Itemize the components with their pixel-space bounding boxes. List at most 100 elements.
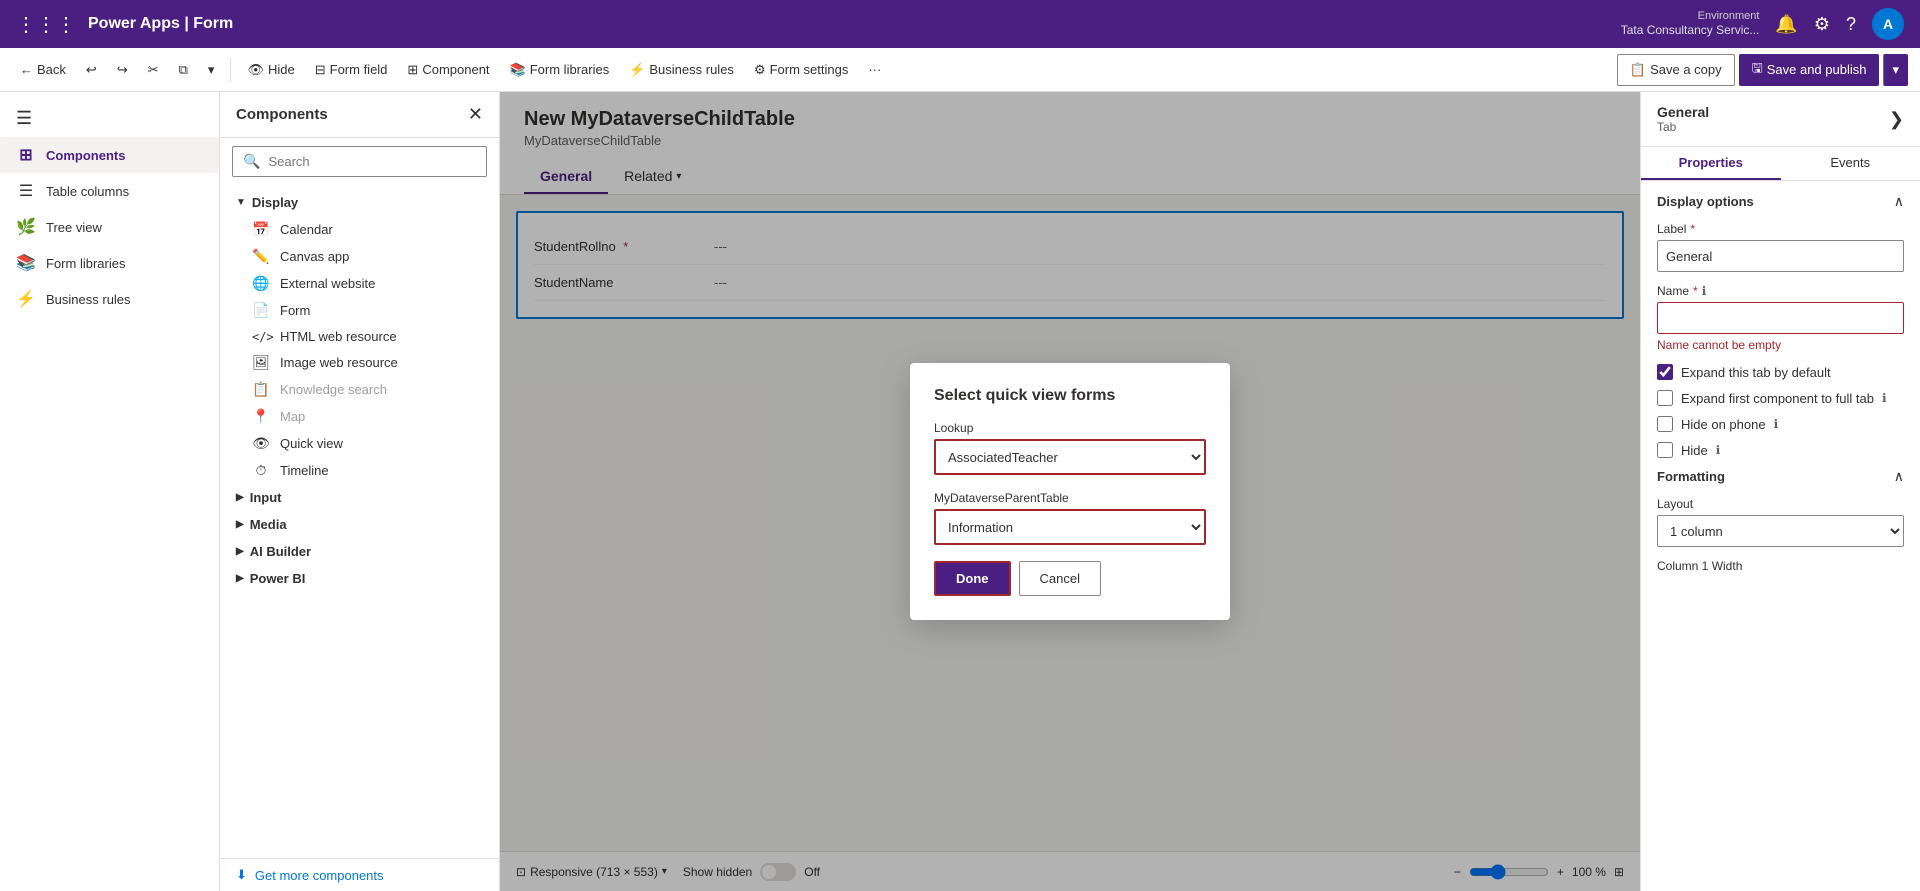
save-copy-icon: 📋 (1630, 62, 1646, 78)
dialog-table-container: Information (934, 509, 1206, 545)
dialog-done-button[interactable]: Done (934, 561, 1011, 596)
hide-phone-info-icon[interactable]: ℹ (1774, 417, 1779, 431)
html-web-resource-icon: </> (252, 330, 270, 344)
hide-checkbox-row: Hide ℹ (1657, 442, 1904, 458)
expand-component-checkbox-row: Expand first component to full tab ℹ (1657, 390, 1904, 406)
dialog-table-section: MyDataverseParentTable Information (934, 491, 1206, 545)
formatting-section: Formatting ∧ Layout 1 column Column 1 Wi… (1657, 468, 1904, 573)
search-icon: 🔍 (243, 153, 260, 170)
name-info-icon[interactable]: ℹ (1702, 284, 1707, 298)
form-settings-icon: ⚙ (754, 62, 766, 78)
input-group-header[interactable]: ▶ Input (220, 484, 499, 511)
search-box[interactable]: 🔍 (232, 146, 487, 177)
left-sidebar: ☰ ⊞ Components ☰ Table columns 🌿 Tree vi… (0, 92, 220, 891)
hide-checkbox[interactable] (1657, 442, 1673, 458)
redo-button[interactable]: ↪ (109, 54, 136, 86)
sidebar-item-table-columns[interactable]: ☰ Table columns (0, 173, 219, 209)
apps-icon[interactable]: ⋮⋮⋮ (16, 12, 76, 37)
tab-events[interactable]: Events (1781, 147, 1920, 180)
form-field-button[interactable]: ⊟ Form field (307, 54, 396, 86)
business-rules-button[interactable]: ⚡ Business rules (621, 54, 742, 86)
media-group-header[interactable]: ▶ Media (220, 511, 499, 538)
right-panel-header: General Tab ❯ (1641, 92, 1920, 147)
expand-tab-checkbox[interactable] (1657, 364, 1673, 380)
hamburger-icon[interactable]: ☰ (0, 100, 219, 137)
comp-item-map: 📍 Map (220, 403, 499, 430)
media-group-chevron-icon: ▶ (236, 519, 244, 530)
comp-item-quick-view[interactable]: 👁 Quick view (220, 430, 499, 457)
timeline-icon: ⏱ (252, 462, 270, 479)
name-input[interactable] (1657, 302, 1904, 334)
top-bar: ⋮⋮⋮ Power Apps | Form Environment Tata C… (0, 0, 1920, 48)
layout-select[interactable]: 1 column (1657, 515, 1904, 547)
hide-phone-checkbox-row: Hide on phone ℹ (1657, 416, 1904, 432)
comp-item-external-website[interactable]: 🌐 External website (220, 270, 499, 297)
display-group-header[interactable]: ▼ Display (220, 189, 499, 216)
power-bi-group-header[interactable]: ▶ Power BI (220, 565, 499, 592)
comp-item-image-web-resource[interactable]: 🖼 Image web resource (220, 349, 499, 376)
label-input[interactable] (1657, 240, 1904, 272)
expand-tab-checkbox-row: Expand this tab by default (1657, 364, 1904, 380)
components-panel-header: Components ✕ (220, 92, 499, 138)
hide-info-icon[interactable]: ℹ (1716, 443, 1721, 457)
copy-button[interactable]: ⧉ (171, 54, 196, 86)
component-button[interactable]: ⊞ Component (399, 54, 497, 86)
components-close-button[interactable]: ✕ (468, 104, 483, 125)
sidebar-item-tree-view[interactable]: 🌿 Tree view (0, 209, 219, 245)
right-panel-title-group: General Tab (1657, 104, 1709, 134)
external-website-icon: 🌐 (252, 275, 270, 292)
comp-item-form[interactable]: 📄 Form (220, 297, 499, 324)
get-more-components[interactable]: ⬇ Get more components (220, 858, 499, 891)
comp-item-knowledge-search: 📋 Knowledge search (220, 376, 499, 403)
form-libraries-icon: 📚 (510, 62, 526, 78)
hide-button[interactable]: 👁 Hide (239, 54, 302, 86)
save-publish-button[interactable]: 🖫 Save and publish (1739, 54, 1880, 86)
avatar[interactable]: A (1872, 8, 1904, 40)
save-dropdown-button[interactable]: ▾ (1883, 54, 1908, 86)
right-panel-expand-button[interactable]: ❯ (1889, 109, 1904, 130)
comp-item-calendar[interactable]: 📅 Calendar (220, 216, 499, 243)
help-icon[interactable]: ? (1846, 14, 1856, 35)
notification-icon[interactable]: 🔔 (1775, 14, 1797, 35)
dialog-table-select[interactable]: Information (936, 511, 1204, 543)
components-list: ▼ Display 📅 Calendar ✏️ Canvas app 🌐 Ext… (220, 185, 499, 858)
expand-component-info-icon[interactable]: ℹ (1882, 391, 1887, 405)
column-width-label: Column 1 Width (1657, 559, 1904, 573)
display-group-chevron-icon: ▼ (236, 197, 246, 208)
comp-item-timeline[interactable]: ⏱ Timeline (220, 457, 499, 484)
expand-component-checkbox[interactable] (1657, 390, 1673, 406)
tab-properties[interactable]: Properties (1641, 147, 1781, 180)
app-title: Power Apps | Form (88, 15, 233, 33)
business-rules-icon: ⚡ (629, 62, 645, 78)
comp-item-canvas-app[interactable]: ✏️ Canvas app (220, 243, 499, 270)
cut-button[interactable]: ✂ (140, 54, 167, 86)
save-copy-button[interactable]: 📋 Save a copy (1617, 54, 1735, 86)
dialog-cancel-button[interactable]: Cancel (1019, 561, 1101, 596)
settings-icon[interactable]: ⚙ (1814, 14, 1830, 35)
hide-phone-checkbox[interactable] (1657, 416, 1673, 432)
form-settings-button[interactable]: ⚙ Form settings (746, 54, 856, 86)
dialog-overlay: Select quick view forms Lookup Associate… (500, 92, 1640, 891)
form-libraries-button[interactable]: 📚 Form libraries (502, 54, 618, 86)
form-libraries-nav-icon: 📚 (16, 253, 36, 273)
paste-dropdown[interactable]: ▾ (200, 54, 223, 86)
formatting-collapse-icon[interactable]: ∧ (1894, 468, 1904, 485)
search-input[interactable] (268, 154, 476, 169)
table-columns-icon: ☰ (16, 181, 36, 201)
ai-builder-group-header[interactable]: ▶ AI Builder (220, 538, 499, 565)
sidebar-item-business-rules[interactable]: ⚡ Business rules (0, 281, 219, 317)
dialog-lookup-select[interactable]: AssociatedTeacher (936, 441, 1204, 473)
select-quick-view-dialog: Select quick view forms Lookup Associate… (910, 363, 1230, 620)
label-field-label: Label * (1657, 222, 1904, 236)
hide-icon: 👁 (247, 62, 264, 78)
save-publish-icon: 🖫 (1752, 59, 1763, 81)
display-options-collapse-icon[interactable]: ∧ (1894, 193, 1904, 210)
comp-item-html-web-resource[interactable]: </> HTML web resource (220, 324, 499, 349)
dialog-table-label: MyDataverseParentTable (934, 491, 1206, 505)
sidebar-item-form-libraries[interactable]: 📚 Form libraries (0, 245, 219, 281)
layout-field-label: Layout (1657, 497, 1904, 511)
more-button[interactable]: ··· (860, 54, 889, 86)
back-button[interactable]: ← Back (12, 54, 74, 86)
sidebar-item-components[interactable]: ⊞ Components (0, 137, 219, 173)
undo-button[interactable]: ↩ (78, 54, 105, 86)
